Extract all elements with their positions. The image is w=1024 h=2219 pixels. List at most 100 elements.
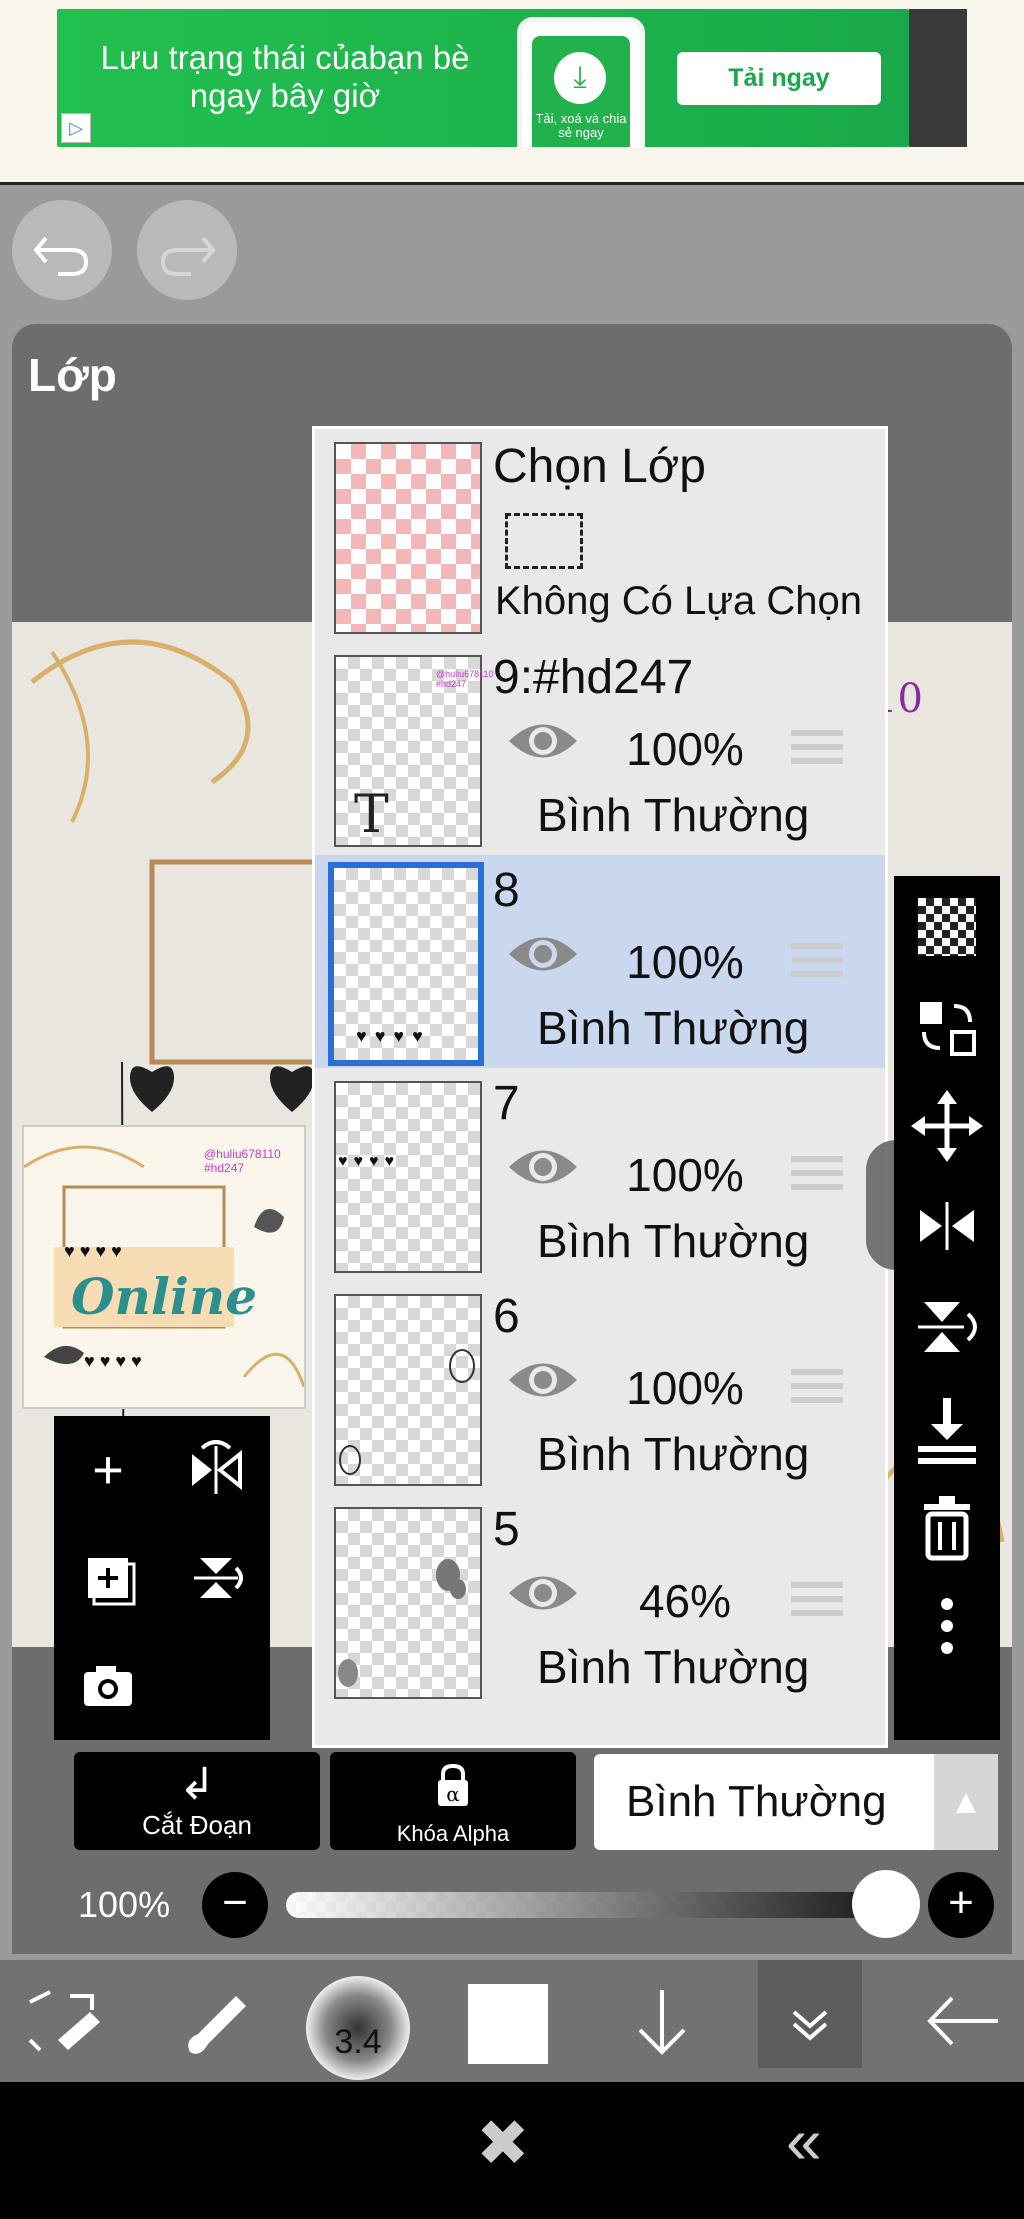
down-arrow-button[interactable] [610,1960,714,2082]
layer-row-9[interactable]: T @huliu678110 #hd247 9:#hd247 100% Bình… [315,642,885,857]
selection-thumbnail [334,442,482,634]
flip-horizontal-tool-button[interactable] [894,1176,1000,1276]
layer-blend-mode: Bình Thường [537,1215,810,1267]
drag-handle-icon[interactable] [791,943,843,977]
ad-cta-button[interactable]: Tải ngay [677,52,881,105]
duplicate-layer-button[interactable] [54,1524,162,1632]
system-navigation-bar: ✖ « [0,2082,1024,2219]
flip-vertical-button[interactable] [162,1524,270,1632]
svg-text:α: α [446,1782,460,1806]
ad-headline: Lưu trạng thái củabạn bè ngay bây giờ [100,39,470,114]
drag-handle-icon[interactable] [791,730,843,764]
selection-transform-button[interactable] [10,1960,114,2082]
selection-title: Chọn Lớp [493,440,706,493]
layer-opacity: 46% [638,1575,732,1627]
layer-thumbnail: T @huliu678110 #hd247 [334,655,494,847]
flip-vertical-icon [194,1558,243,1598]
add-layer-button[interactable]: + [54,1416,162,1524]
transform-tool-icon [28,1990,100,2052]
move-layer-content-button[interactable] [894,976,1000,1076]
clip-arrow-icon: ↲ [178,1760,216,1809]
brush-size-button[interactable]: 3.4 [306,1976,410,2080]
visibility-eye-icon[interactable] [505,1570,581,1616]
alpha-lock-button[interactable]: α Khóa Alpha [330,1752,576,1850]
clipping-button[interactable]: ↲ Cắt Đoạn [74,1752,320,1850]
brush-icon [188,1996,246,2054]
double-chevron-left-icon[interactable]: « [786,2104,822,2178]
layer-opacity: 100% [626,723,744,775]
flip-vertical-tool-button[interactable] [894,1276,1000,1376]
arrow-left-icon [927,1996,998,2046]
right-toolbar [894,876,1000,1740]
opacity-slider-thumb[interactable] [852,1870,920,1938]
visibility-eye-icon[interactable] [505,931,581,977]
more-vertical-icon [941,1598,953,1654]
brush-size-label: 3.4 [334,2023,382,2061]
ad-side-panel [909,9,967,147]
layer-list[interactable]: Chọn Lớp Không Có Lựa Chọn T @huliu67811… [312,426,888,1748]
merge-down-button[interactable] [894,1376,1000,1476]
layer-blend-mode: Bình Thường [537,1641,810,1693]
layer-blend-mode: Bình Thường [537,789,810,841]
color-swatch[interactable] [468,1984,548,2064]
merge-down-icon [918,1398,976,1464]
opacity-value-label: 100% [78,1884,171,1925]
drag-handle-icon[interactable] [791,1582,843,1616]
transparency-button[interactable] [894,876,1000,976]
alpha-lock-label: Khóa Alpha [396,1821,510,1846]
layer-opacity: 100% [626,936,744,988]
drag-handle-icon[interactable] [791,1156,843,1190]
thumb-hearts: ♥♥♥♥ [338,1153,400,1170]
layer-blend-mode: Bình Thường [537,1002,810,1054]
checkerboard-icon [918,898,976,956]
flip-horizontal-button[interactable] [162,1416,270,1524]
arrow-down-icon [638,1990,686,2055]
layer-row-partial[interactable] [315,1707,885,1745]
preview-word: Online [70,1267,258,1326]
ad-info-icon[interactable]: ▷ [61,113,91,143]
lock-alpha-icon: α [330,1760,576,1821]
layer-blend-mode: Bình Thường [537,1428,810,1480]
layer-thumbnail: ♥♥♥♥ [328,862,484,1066]
layer-row-5[interactable]: 5 46% Bình Thường [315,1494,885,1709]
ad-phone-screen: ⤓ Tải, xoá và chia sẻ ngay [532,36,630,147]
visibility-eye-icon[interactable] [505,1144,581,1190]
undo-icon [33,236,89,276]
layer-name: 7 [493,1077,520,1130]
camera-button[interactable] [54,1632,162,1740]
layer-thumbnail [334,1294,482,1486]
opacity-slider-track[interactable] [286,1892,906,1918]
thumb-balloons [339,1349,475,1475]
opacity-decrease-button[interactable]: − [202,1872,268,1938]
trash-icon [924,1496,970,1561]
move-arrows-icon [911,1090,983,1162]
redo-icon [160,236,216,276]
back-arrow-button[interactable] [910,1960,1014,2082]
visibility-eye-icon[interactable] [505,1357,581,1403]
visibility-eye-icon[interactable] [505,718,581,764]
layers-toggle-button[interactable] [758,1960,862,2068]
opacity-increase-button[interactable]: + [928,1872,994,1938]
camera-icon [84,1666,132,1706]
undo-button[interactable] [12,200,112,300]
move-button[interactable] [894,1076,1000,1176]
ad-banner[interactable]: Lưu trạng thái củabạn bè ngay bây giờ ⤓ … [57,9,909,147]
brush-tool-button[interactable] [160,1960,264,2082]
layer-row-8[interactable]: ♥♥♥♥ 8 100% Bình Thường [315,855,885,1070]
drag-handle-icon[interactable] [791,1369,843,1403]
layer-thumbnail: ♥♥♥♥ [334,1081,482,1273]
canvas-preview-thumbnail[interactable]: ♥ ♥ ♥ ♥ ♥ ♥ ♥ ♥ @huliu678110 #hd247 Onli… [22,1125,306,1409]
layer-row-7[interactable]: ♥♥♥♥ 7 100% Bình Thường [315,1068,885,1283]
layer-name: 6 [493,1290,520,1343]
close-icon[interactable]: ✖ [476,2106,530,2181]
selection-layer-row[interactable]: Chọn Lớp Không Có Lựa Chọn [315,429,885,644]
layer-row-6[interactable]: 6 100% Bình Thường [315,1281,885,1496]
layer-name: 9:#hd247 [493,651,694,704]
chevron-up-icon[interactable]: ▲ [934,1754,998,1850]
flip-horizontal-icon [192,1440,242,1494]
ad-divider [0,182,1024,185]
delete-layer-button[interactable] [894,1476,1000,1576]
blend-mode-select[interactable]: Bình Thường [594,1754,934,1850]
svg-text:♥ ♥ ♥ ♥: ♥ ♥ ♥ ♥ [64,1241,122,1261]
more-options-button[interactable] [894,1576,1000,1676]
